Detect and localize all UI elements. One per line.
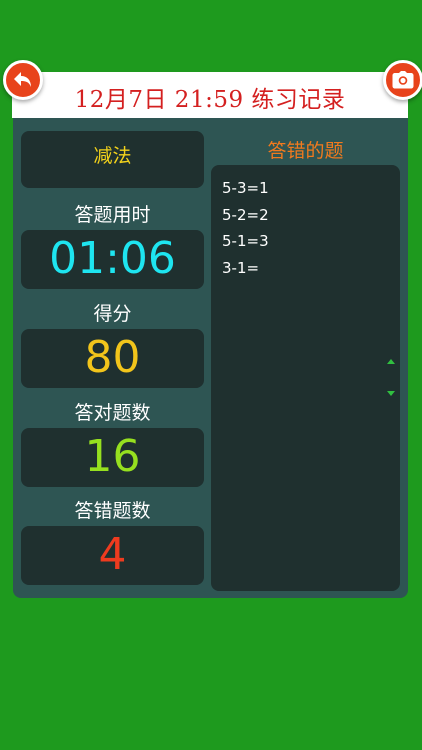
score-box: 80 (21, 329, 204, 388)
camera-icon (392, 71, 414, 89)
wrong-count-label: 答错题数 (74, 500, 151, 522)
correct-label: 答对题数 (74, 402, 151, 424)
wrong-count-box: 4 (21, 526, 204, 585)
title-bar: 12月7日 21:59 练习记录 (12, 72, 408, 118)
time-label: 答题用时 (74, 204, 151, 226)
score-value: 80 (84, 332, 141, 383)
wrong-list[interactable]: 5-3=1 5-2=2 5-1=3 3-1= (211, 165, 400, 591)
page-title: 12月7日 21:59 练习记录 (74, 87, 346, 113)
wrong-list-title: 答错的题 (267, 140, 344, 162)
mode-box: 减法 (21, 131, 204, 188)
time-box: 01:06 (21, 230, 204, 289)
scroll-down-icon[interactable] (387, 391, 395, 396)
list-item: 5-1=3 (222, 232, 269, 250)
score-label: 得分 (93, 303, 132, 325)
correct-box: 16 (21, 428, 204, 487)
time-value: 01:06 (49, 233, 176, 284)
scroll-up-icon[interactable] (387, 359, 395, 364)
wrong-count-value: 4 (98, 529, 127, 580)
back-arrow-icon (14, 72, 31, 87)
mode-label: 减法 (93, 145, 132, 167)
list-item: 5-3=1 (222, 179, 269, 197)
correct-value: 16 (84, 431, 141, 482)
list-item: 3-1= (222, 259, 260, 277)
record-panel: 减法 答题用时 01:06 得分 80 答对题数 16 答错题数 4 答错的题 … (13, 118, 408, 598)
list-item: 5-2=2 (222, 206, 269, 224)
camera-button[interactable] (383, 60, 422, 100)
back-button[interactable] (3, 60, 43, 100)
